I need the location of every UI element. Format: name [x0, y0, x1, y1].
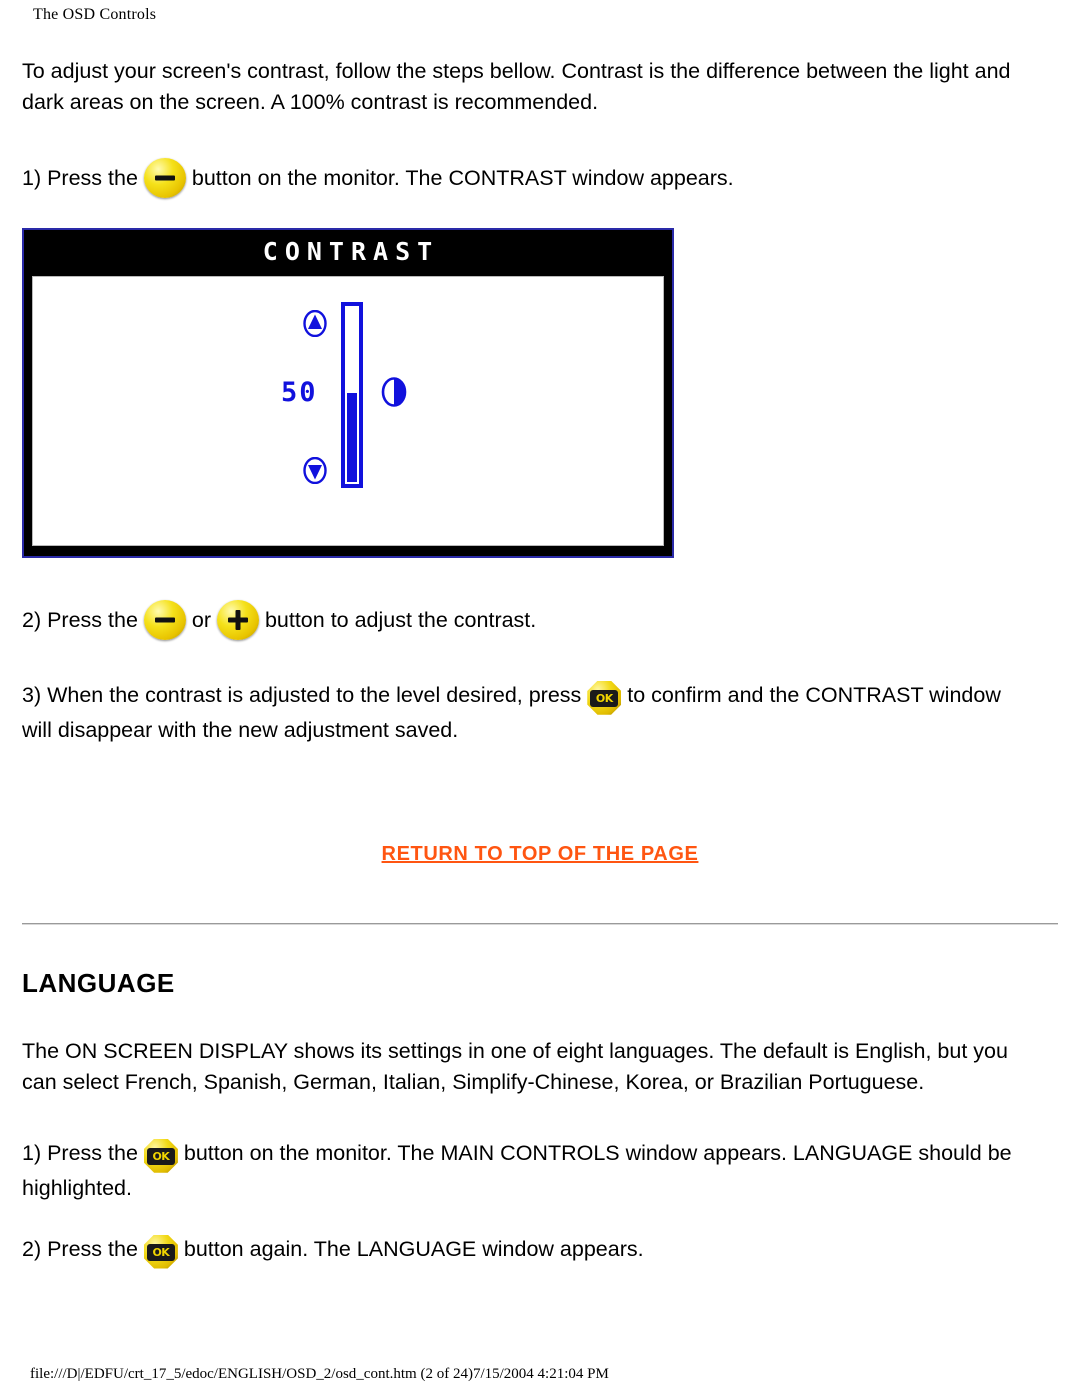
osd-contrast-window: CONTRAST 50 — [22, 228, 674, 558]
step-2-text-after: button to adjust the contrast. — [258, 607, 537, 632]
minus-glyph — [154, 175, 175, 181]
osd-window-title: CONTRAST — [24, 230, 672, 272]
language-heading: LANGUAGE — [22, 968, 175, 998]
language-step-1-row: 1) Press the OK button on the monitor. T… — [22, 1138, 1042, 1204]
language-step-2-text-after: button again. The LANGUAGE window appear… — [177, 1236, 644, 1261]
ok-button-icon-3[interactable]: OK — [143, 1234, 178, 1269]
step-2-text-middle: or — [185, 607, 217, 632]
ok-button-label: OK — [590, 689, 619, 707]
osd-slider-fill — [347, 393, 357, 482]
language-paragraph: The ON SCREEN DISPLAY shows its settings… — [22, 1039, 1008, 1094]
ok-button-icon[interactable]: OK — [587, 680, 622, 715]
step-2-text-before: 2) Press the — [22, 607, 144, 632]
return-to-top-link[interactable]: RETURN TO TOP OF THE PAGE — [382, 843, 699, 865]
step-2-row: 2) Press the or button to adjust the con… — [22, 600, 1022, 640]
minus-button-icon[interactable] — [143, 158, 186, 198]
section-divider — [22, 923, 1058, 925]
up-arrow-icon[interactable] — [303, 309, 327, 338]
minus-glyph — [154, 617, 175, 623]
contrast-section: To adjust your screen's contrast, follow… — [22, 56, 1022, 198]
step-1-text-before: 1) Press the — [22, 165, 144, 190]
return-to-top-container: RETURN TO TOP OF THE PAGE — [0, 843, 1080, 866]
language-step-2-text-before: 2) Press the — [22, 1236, 144, 1261]
step-1-text-after: button on the monitor. The CONTRAST wind… — [185, 165, 734, 190]
ok-button-label: OK — [146, 1147, 175, 1165]
step-3-row: 3) When the contrast is adjusted to the … — [22, 680, 1022, 746]
footer-path: file:///D|/EDFU/crt_17_5/edoc/ENGLISH/OS… — [30, 1366, 609, 1382]
language-step-1-text-before: 1) Press the — [22, 1141, 144, 1165]
minus-button-icon-2[interactable] — [143, 600, 186, 640]
language-step-2-row: 2) Press the OK button again. The LANGUA… — [22, 1234, 1042, 1269]
ok-button-label: OK — [146, 1243, 175, 1261]
down-arrow-icon[interactable] — [303, 456, 327, 485]
intro-paragraph: To adjust your screen's contrast, follow… — [22, 59, 1011, 114]
step-3-text-before: 3) When the contrast is adjusted to the … — [22, 683, 588, 707]
plus-glyph-vertical — [235, 610, 241, 630]
osd-value-label: 50 — [281, 377, 318, 408]
language-section: The ON SCREEN DISPLAY shows its settings… — [22, 1036, 1042, 1269]
contrast-steps-lower: 2) Press the or button to adjust the con… — [22, 600, 1022, 746]
contrast-half-circle-icon — [381, 377, 407, 407]
plus-button-icon[interactable] — [216, 600, 259, 640]
ok-button-icon-2[interactable]: OK — [143, 1138, 178, 1173]
osd-controls-group: 50 — [33, 277, 663, 545]
page-header-title: The OSD Controls — [33, 6, 157, 23]
osd-slider-track[interactable] — [341, 302, 363, 488]
osd-screen-area: 50 — [32, 276, 664, 546]
step-1-row: 1) Press the button on the monitor. The … — [22, 158, 1022, 198]
